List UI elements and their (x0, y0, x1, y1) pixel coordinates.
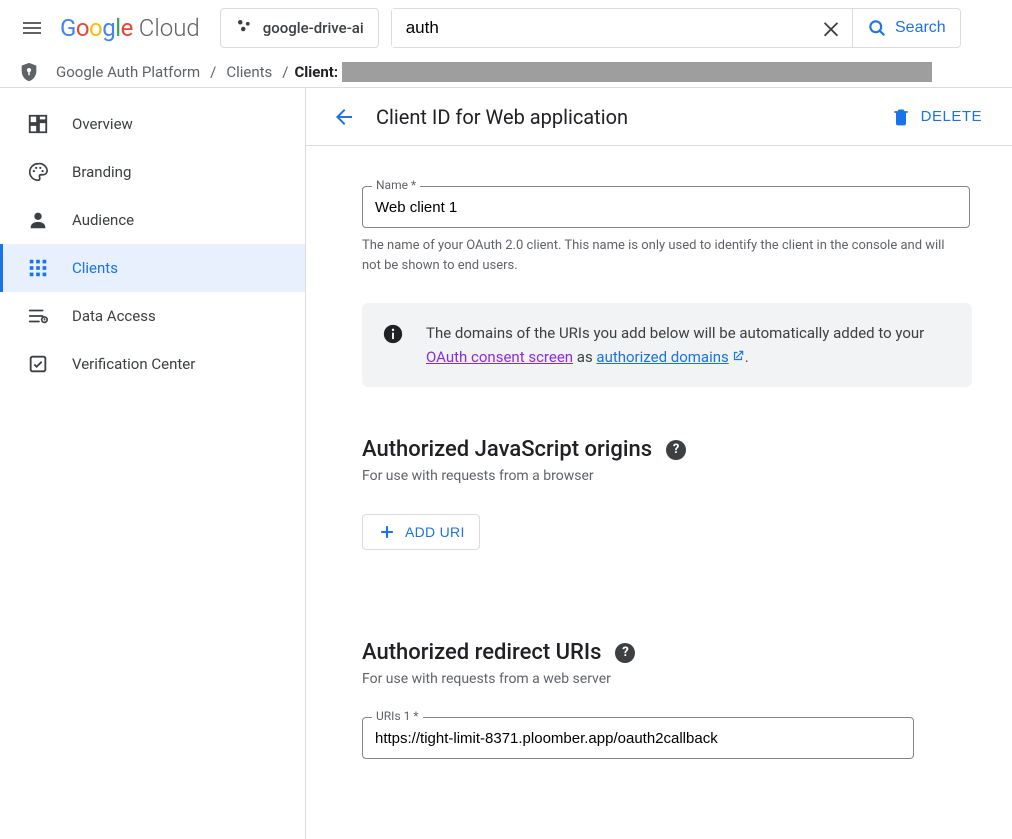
name-help-text: The name of your OAuth 2.0 client. This … (362, 236, 962, 275)
sidebar-item-label: Branding (72, 163, 131, 181)
logo-cloud: Cloud (139, 14, 200, 42)
hamburger-menu-button[interactable] (8, 4, 56, 52)
name-field-wrap: Name * (362, 186, 976, 228)
sidebar-item-label: Audience (72, 211, 134, 229)
palette-icon (26, 160, 50, 184)
info-icon (382, 323, 404, 345)
breadcrumb-client-id-redacted (342, 62, 932, 82)
dashboard-icon (26, 112, 50, 136)
js-origins-subtitle: For use with requests from a browser (362, 468, 976, 484)
main-header: Client ID for Web application DELETE (306, 88, 1012, 146)
add-uri-label: ADD URI (405, 524, 465, 540)
js-origins-title: Authorized JavaScript origins (362, 437, 652, 462)
trash-icon (891, 107, 911, 127)
google-cloud-logo[interactable]: Google Cloud (60, 14, 200, 42)
js-origins-header: Authorized JavaScript origins ? (362, 437, 976, 462)
search-input[interactable] (392, 9, 809, 47)
arrow-back-icon (332, 105, 356, 129)
breadcrumb: Google Auth Platform / Clients / Client: (0, 56, 1012, 88)
data-access-icon (26, 304, 50, 328)
help-icon[interactable]: ? (666, 440, 686, 460)
name-field-label: Name * (372, 178, 420, 192)
breadcrumb-root[interactable]: Google Auth Platform (56, 63, 200, 81)
person-icon (26, 208, 50, 232)
sidebar-item-clients[interactable]: Clients (0, 244, 305, 292)
uri1-field-wrap: URIs 1 * (362, 717, 976, 759)
search-icon (867, 18, 887, 38)
auth-shield-icon (18, 61, 40, 83)
banner-text-mid: as (573, 348, 596, 366)
add-js-uri-button[interactable]: ADD URI (362, 514, 480, 550)
scatter-icon (235, 17, 253, 39)
sidebar-item-label: Overview (72, 115, 133, 133)
name-input[interactable] (362, 186, 970, 228)
breadcrumb-clients[interactable]: Clients (226, 63, 272, 81)
breadcrumb-sep: / (282, 63, 288, 81)
help-icon[interactable]: ? (615, 643, 635, 663)
check-box-icon (26, 352, 50, 376)
page-title: Client ID for Web application (376, 105, 879, 129)
delete-button-label: DELETE (921, 108, 982, 125)
sidebar: Overview Branding Audience Clients Data … (0, 88, 306, 839)
back-button[interactable] (324, 97, 364, 137)
logo-google: Google (60, 14, 133, 42)
main-panel: Client ID for Web application DELETE Nam… (306, 88, 1012, 839)
top-bar: Google Cloud google-drive-ai Search (0, 0, 1012, 56)
sidebar-item-audience[interactable]: Audience (0, 196, 305, 244)
redirect-uris-title: Authorized redirect URIs (362, 640, 601, 665)
uri1-label: URIs 1 * (372, 709, 423, 723)
close-icon (820, 17, 842, 39)
apps-icon (26, 256, 50, 280)
sidebar-item-verification[interactable]: Verification Center (0, 340, 305, 388)
redirect-uris-subtitle: For use with requests from a web server (362, 671, 976, 687)
redirect-uris-header: Authorized redirect URIs ? (362, 640, 976, 665)
clear-search-button[interactable] (809, 9, 853, 47)
search-bar: Search (391, 8, 961, 48)
sidebar-item-data-access[interactable]: Data Access (0, 292, 305, 340)
uri1-input[interactable] (362, 717, 914, 759)
sidebar-item-overview[interactable]: Overview (0, 100, 305, 148)
search-button-label: Search (895, 19, 946, 37)
sidebar-item-label: Verification Center (72, 355, 195, 373)
authorized-domains-link[interactable]: authorized domains (596, 348, 744, 366)
project-selector[interactable]: google-drive-ai (220, 8, 379, 48)
sidebar-item-branding[interactable]: Branding (0, 148, 305, 196)
project-name: google-drive-ai (263, 19, 364, 37)
content: Name * The name of your OAuth 2.0 client… (306, 146, 1012, 787)
menu-icon (20, 16, 44, 40)
info-banner-text: The domains of the URIs you add below wi… (426, 321, 952, 369)
sidebar-item-label: Data Access (72, 307, 156, 325)
breadcrumb-sep: / (210, 63, 216, 81)
external-link-icon (731, 349, 745, 363)
plus-icon (377, 522, 397, 542)
search-button[interactable]: Search (853, 9, 960, 47)
oauth-consent-link[interactable]: OAuth consent screen (426, 348, 573, 366)
breadcrumb-current-label: Client: (294, 63, 338, 81)
banner-text-pre: The domains of the URIs you add below wi… (426, 324, 924, 342)
delete-button[interactable]: DELETE (879, 99, 994, 135)
info-banner: The domains of the URIs you add below wi… (362, 303, 972, 387)
banner-text-post: . (745, 348, 749, 366)
sidebar-item-label: Clients (72, 259, 118, 277)
